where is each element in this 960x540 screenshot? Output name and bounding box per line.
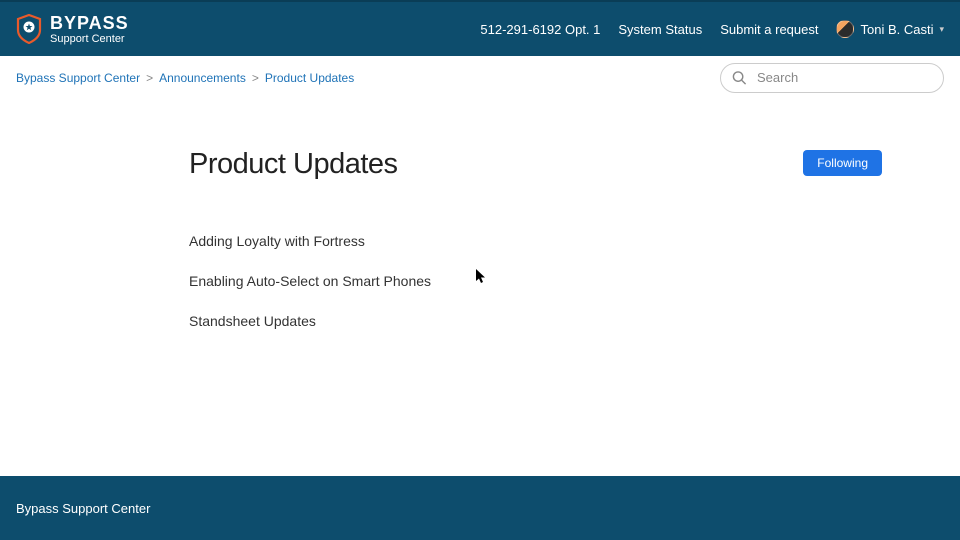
header: BYPASS Support Center 512-291-6192 Opt. … xyxy=(0,0,960,56)
search-input[interactable] xyxy=(720,63,944,93)
breadcrumb-separator: > xyxy=(252,71,259,85)
follow-button[interactable]: Following xyxy=(803,150,882,176)
footer: Bypass Support Center xyxy=(0,476,960,540)
breadcrumb-item-announcements[interactable]: Announcements xyxy=(159,71,246,85)
article-link[interactable]: Enabling Auto-Select on Smart Phones xyxy=(189,273,889,289)
submit-request-link[interactable]: Submit a request xyxy=(720,22,818,37)
logo[interactable]: BYPASS Support Center xyxy=(16,14,129,45)
phone-number: 512-291-6192 Opt. 1 xyxy=(480,22,600,37)
header-nav: 512-291-6192 Opt. 1 System Status Submit… xyxy=(480,20,944,38)
breadcrumb-item-home[interactable]: Bypass Support Center xyxy=(16,71,140,85)
sub-header: Bypass Support Center > Announcements > … xyxy=(0,56,960,100)
logo-main-text: BYPASS xyxy=(50,14,129,32)
breadcrumb-item-current[interactable]: Product Updates xyxy=(265,71,354,85)
user-name: Toni B. Casti xyxy=(860,22,933,37)
user-menu[interactable]: Toni B. Casti ▾ xyxy=(836,20,944,38)
system-status-link[interactable]: System Status xyxy=(618,22,702,37)
content: Product Updates Adding Loyalty with Fort… xyxy=(189,148,889,329)
search-container xyxy=(720,63,944,93)
article-link[interactable]: Standsheet Updates xyxy=(189,313,889,329)
main-content: Following Product Updates Adding Loyalty… xyxy=(0,100,960,329)
chevron-down-icon: ▾ xyxy=(939,24,944,35)
article-list: Adding Loyalty with Fortress Enabling Au… xyxy=(189,233,889,329)
article-link[interactable]: Adding Loyalty with Fortress xyxy=(189,233,889,249)
logo-sub-text: Support Center xyxy=(50,34,129,45)
search-icon xyxy=(732,70,747,85)
logo-text: BYPASS Support Center xyxy=(50,14,129,45)
breadcrumb-separator: > xyxy=(146,71,153,85)
page-title: Product Updates xyxy=(189,148,889,181)
shield-icon xyxy=(16,14,42,44)
breadcrumb: Bypass Support Center > Announcements > … xyxy=(16,71,354,85)
footer-text: Bypass Support Center xyxy=(16,501,150,516)
avatar xyxy=(836,20,854,38)
